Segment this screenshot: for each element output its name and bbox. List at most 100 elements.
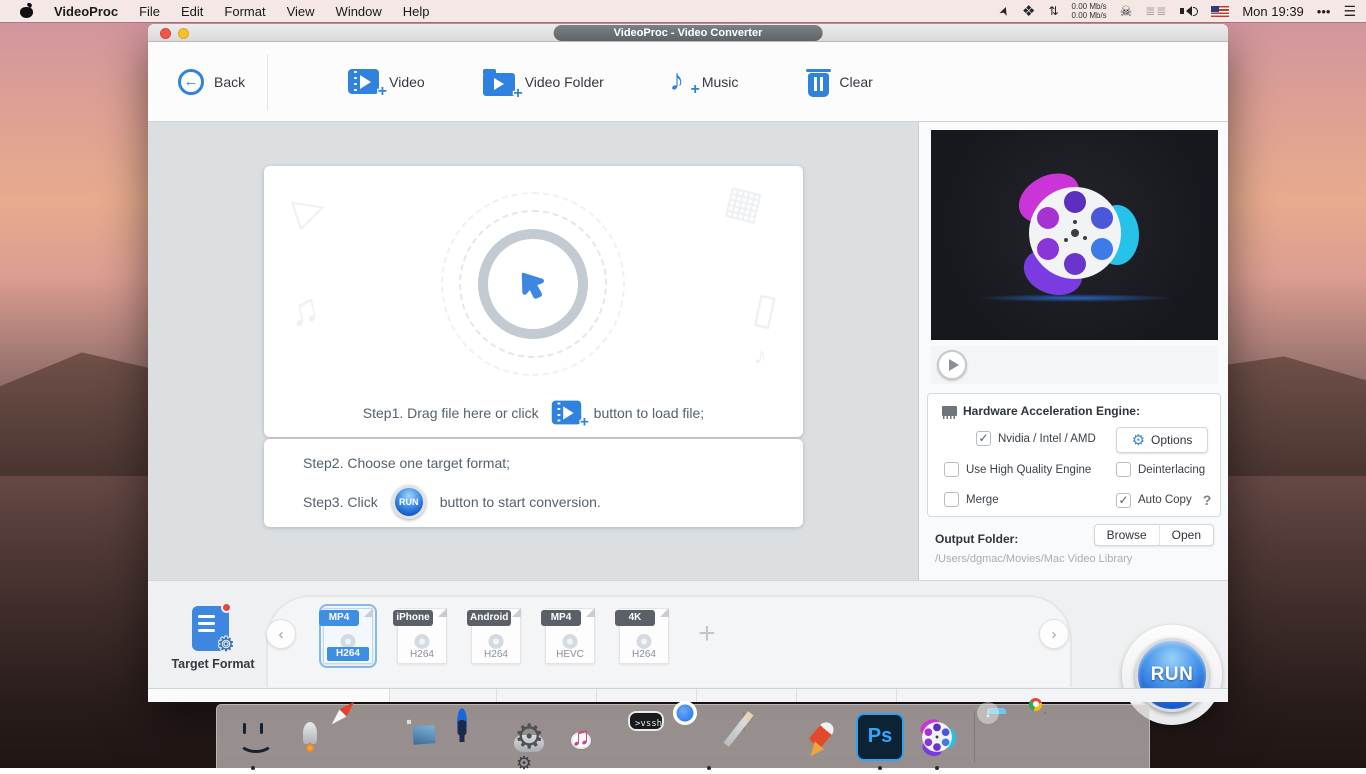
videoproc-dock-icon <box>913 713 961 761</box>
film-reel-icon <box>637 634 652 649</box>
notification-center-icon[interactable]: ☰ <box>1343 4 1356 18</box>
format-chip-4k[interactable]: 4K H264 <box>619 608 669 664</box>
back-icon <box>178 69 204 95</box>
preview-controls <box>931 346 1218 384</box>
menu-clock[interactable]: Mon 19:39 <box>1242 4 1303 19</box>
add-format-button[interactable]: + <box>693 621 721 649</box>
back-button[interactable]: Back <box>178 69 245 95</box>
minimize-window-button[interactable] <box>178 28 189 39</box>
options-button[interactable]: Options <box>1116 427 1208 453</box>
dock-item-chrome[interactable] <box>685 713 733 761</box>
load-file-icon[interactable] <box>551 401 580 425</box>
add-music-button[interactable]: Music <box>662 68 739 96</box>
merge-checkbox-row[interactable]: Merge <box>944 492 999 507</box>
browse-button[interactable]: Browse <box>1095 525 1159 545</box>
dock-item-terminal[interactable]: >vssh <box>628 713 676 761</box>
format-chip-mp4-h264[interactable]: MP4 H264 <box>323 608 373 664</box>
run-mini-icon: RUN <box>392 485 426 519</box>
next-formats-button[interactable] <box>1039 619 1069 649</box>
prev-formats-button[interactable] <box>266 619 296 649</box>
deinterlacing-label: Deinterlacing <box>1138 464 1205 476</box>
dock-item-itunes[interactable] <box>571 713 619 761</box>
skull-status-icon[interactable]: ☠ <box>1120 4 1133 18</box>
hq-engine-checkbox[interactable] <box>944 462 959 477</box>
deinterlacing-checkbox[interactable] <box>1116 462 1131 477</box>
clear-button[interactable]: Clear <box>808 67 872 97</box>
dock-item-trash[interactable] <box>1102 713 1150 761</box>
format-category-tab[interactable] <box>497 689 597 702</box>
toolbar-divider <box>267 54 268 110</box>
add-video-button[interactable]: Video <box>348 69 425 94</box>
more-dots-icon[interactable]: ••• <box>1317 5 1331 18</box>
1password-icon <box>457 708 467 735</box>
format-name: 4K <box>615 610 655 626</box>
sync-arrows-icon[interactable]: ⇅ <box>1048 5 1058 17</box>
itunes-icon <box>571 732 591 749</box>
format-chip-iphone[interactable]: iPhone H264 <box>397 608 447 664</box>
dropbox-icon[interactable]: ❖ <box>1022 4 1035 19</box>
notification-dot <box>221 602 232 613</box>
menu-app-name[interactable]: VideoProc <box>54 4 118 19</box>
target-format-icon[interactable] <box>192 606 229 651</box>
dock-item-safari[interactable] <box>343 713 391 761</box>
dock-item-1password[interactable] <box>457 713 505 761</box>
menu-item-format[interactable]: Format <box>224 4 265 19</box>
close-window-button[interactable] <box>160 28 171 39</box>
network-speed[interactable]: 0.00 Mb/s 0.00 Mb/s <box>1072 2 1107 20</box>
dock-item-finder[interactable] <box>229 713 277 761</box>
apple-menu-icon[interactable] <box>20 4 33 18</box>
format-category-tab[interactable] <box>697 689 797 702</box>
step3-text-prefix: Step3. Click <box>303 494 378 510</box>
cpu-chip-icon <box>942 406 957 416</box>
hq-engine-checkbox-row[interactable]: Use High Quality Engine <box>944 462 1091 477</box>
autocopy-checkbox-row[interactable]: ✓ Auto Copy ? <box>1116 492 1211 508</box>
music-plus-icon <box>662 68 692 96</box>
volume-icon[interactable] <box>1180 6 1198 16</box>
add-video-folder-button[interactable]: Video Folder <box>483 68 604 96</box>
dock-item-mail[interactable] <box>400 713 448 761</box>
format-category-tab[interactable] <box>797 689 897 702</box>
pointer-status-icon[interactable]: ➤ <box>997 4 1012 18</box>
photoshop-icon: Ps <box>856 713 904 761</box>
film-doodle-icon: ▦ <box>720 176 768 230</box>
menu-item-view[interactable]: View <box>287 4 315 19</box>
format-gear-icon <box>217 635 235 655</box>
open-button[interactable]: Open <box>1159 525 1213 545</box>
nvidia-checkbox[interactable]: ✓ <box>976 431 991 446</box>
format-chip-mp4-hevc[interactable]: MP4 HEVC <box>545 608 595 664</box>
format-chip-android[interactable]: Android H264 <box>471 608 521 664</box>
title-bar[interactable]: VideoProc - Video Converter <box>148 24 1228 42</box>
play-button[interactable] <box>937 350 967 380</box>
menu-item-window[interactable]: Window <box>336 4 382 19</box>
menu-item-file[interactable]: File <box>139 4 160 19</box>
format-category-tab[interactable] <box>897 689 1228 702</box>
output-folder-path: /Users/dgmac/Movies/Mac Video Library <box>935 553 1132 565</box>
videoproc-window: VideoProc - Video Converter Back Video V… <box>148 24 1228 702</box>
merge-checkbox[interactable] <box>944 492 959 507</box>
videoproc-logo <box>931 130 1218 340</box>
terminal-icon: >vssh <box>628 711 664 731</box>
dock-item-screenshot[interactable] <box>1045 713 1093 761</box>
dock-item-videoproc[interactable] <box>913 713 961 761</box>
step2-text: Step2. Choose one target format; <box>303 455 803 471</box>
ipod-doodle-icon: ▯ <box>749 282 782 335</box>
format-category-tab[interactable] <box>390 689 497 702</box>
help-icon[interactable]: ? <box>1203 492 1212 508</box>
dock-item-textedit[interactable] <box>742 713 790 761</box>
music-label: Music <box>702 74 739 90</box>
menu-item-edit[interactable]: Edit <box>181 4 203 19</box>
dock-item-downloads[interactable] <box>988 713 1036 761</box>
deinterlacing-checkbox-row[interactable]: Deinterlacing <box>1116 462 1205 477</box>
equalizer-icon-dim[interactable]: ≣≣ <box>1145 5 1167 17</box>
dock-item-system-preferences[interactable] <box>514 713 562 761</box>
drop-zone[interactable]: ▷ ♫ ▦ ▯ ♪ Step1. Drag file here o <box>264 166 803 437</box>
menu-item-help[interactable]: Help <box>403 4 430 19</box>
us-flag-icon[interactable] <box>1211 6 1229 17</box>
net-up: 0.00 Mb/s <box>1072 2 1107 11</box>
dock-item-launchpad[interactable] <box>286 713 334 761</box>
nvidia-checkbox-row[interactable]: ✓ Nvidia / Intel / AMD <box>976 431 1096 446</box>
dock-item-photoshop[interactable]: Ps <box>856 713 904 761</box>
dock-item-rocket-app[interactable] <box>799 713 847 761</box>
autocopy-checkbox[interactable]: ✓ <box>1116 493 1131 508</box>
gear-icon <box>1132 433 1145 448</box>
